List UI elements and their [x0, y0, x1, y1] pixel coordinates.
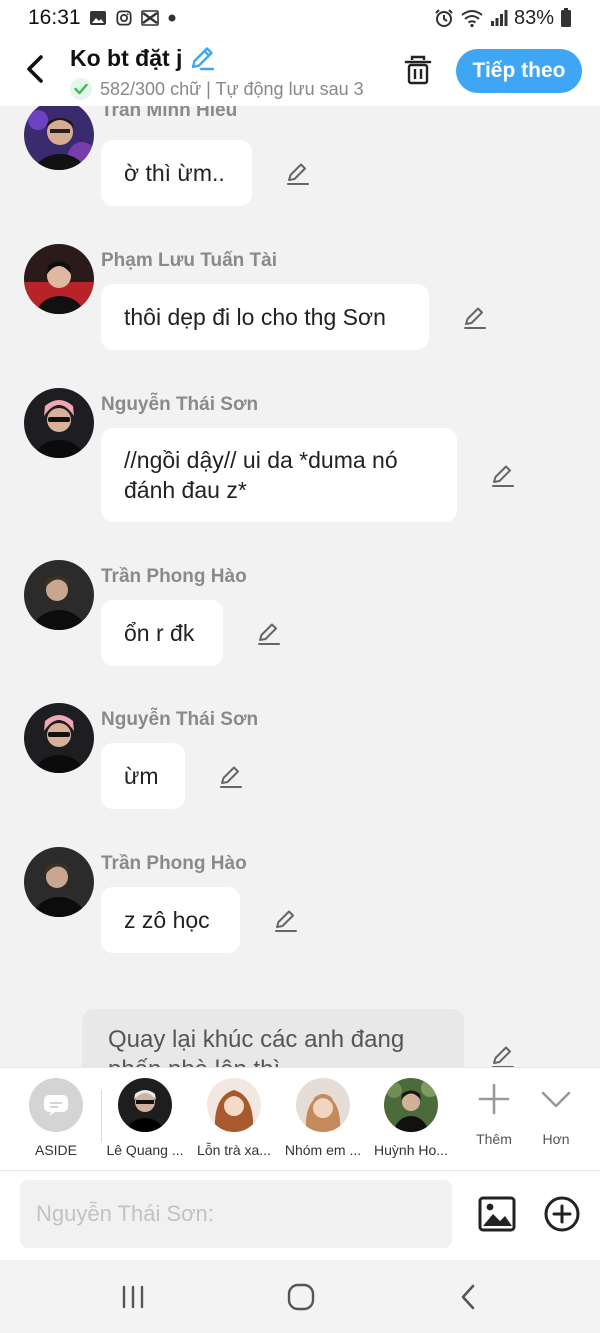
- add-character-button[interactable]: Thêm: [464, 1082, 524, 1147]
- header: Ko bt đặt j 582/300 chữ | Tự động lưu sa…: [0, 36, 600, 106]
- signal-icon: [490, 10, 508, 26]
- expand-label: Hơn: [542, 1131, 570, 1147]
- battery-percent: 83%: [513, 6, 554, 29]
- word-count-autosave: 582/300 chữ | Tự động lưu sau 3: [100, 78, 364, 99]
- dot-icon: [168, 14, 176, 22]
- message-bubble[interactable]: ổn r đk: [101, 600, 223, 666]
- character-bar: ASIDE Lê Quang ... Lỗn trà xa... Nhóm em…: [0, 1067, 600, 1170]
- character-item[interactable]: Lỗn trà xa...: [191, 1078, 277, 1158]
- avatar: [384, 1078, 438, 1132]
- character-label: Nhóm em ...: [284, 1142, 362, 1158]
- saved-check-icon: [70, 78, 92, 100]
- image-icon[interactable]: [478, 1195, 516, 1233]
- sender-name: Trần Phong Hào: [101, 566, 247, 587]
- sender-name: Phạm Lưu Tuấn Tài: [101, 250, 277, 271]
- avatar: [118, 1078, 172, 1132]
- chevron-left-icon: [27, 55, 43, 83]
- message-bubble[interactable]: ừm: [101, 743, 185, 809]
- recent-apps-icon[interactable]: [118, 1282, 148, 1312]
- message-bubble[interactable]: ờ thì ừm..: [101, 140, 252, 206]
- wifi-icon: [461, 10, 483, 28]
- next-button[interactable]: Tiếp theo: [456, 49, 582, 93]
- message-text: //ngồi dậy// ui da *duma nó đánh đau z*: [124, 447, 398, 503]
- page-title[interactable]: Ko bt đặt j: [70, 45, 182, 72]
- character-label: Lê Quang ...: [106, 1142, 184, 1158]
- aside-message-bubble[interactable]: Quay lại khúc các anh đang phấn nhà lên …: [82, 1009, 464, 1067]
- character-label: Lỗn trà xa...: [197, 1142, 271, 1158]
- expand-characters-button[interactable]: Hơn: [526, 1082, 586, 1147]
- home-icon[interactable]: [286, 1282, 316, 1312]
- aside-message-text: Quay lại khúc các anh đang phấn nhà lên …: [108, 1026, 405, 1067]
- input-bar: [0, 1170, 600, 1260]
- capcut-icon: [140, 10, 159, 26]
- message-bubble[interactable]: //ngồi dậy// ui da *duma nó đánh đau z*: [101, 428, 457, 522]
- edit-icon[interactable]: [273, 907, 299, 933]
- edit-title-icon[interactable]: [188, 44, 216, 72]
- avatar[interactable]: [24, 847, 94, 917]
- message-bubble[interactable]: z zô học: [101, 887, 240, 953]
- character-label: Huỳnh Ho...: [374, 1142, 448, 1158]
- avatar[interactable]: [24, 244, 94, 314]
- message-bubble[interactable]: thôi dẹp đi lo cho thg Sơn: [101, 284, 429, 350]
- battery-icon: [561, 8, 571, 27]
- sender-name: Trần Phong Hào: [101, 853, 247, 874]
- back-nav-icon[interactable]: [454, 1282, 484, 1312]
- sender-name: Nguyễn Thái Sơn: [101, 709, 259, 730]
- edit-icon[interactable]: [218, 763, 244, 789]
- avatar: [296, 1078, 350, 1132]
- edit-icon[interactable]: [490, 462, 516, 488]
- status-time: 16:31: [28, 6, 81, 29]
- plus-icon: [478, 1083, 510, 1115]
- instagram-icon: [116, 10, 132, 26]
- character-item[interactable]: Huỳnh Ho...: [368, 1078, 454, 1158]
- system-nav-bar: [0, 1260, 600, 1333]
- message-text: ừm: [124, 763, 159, 789]
- sender-name: Trần Minh Hiếu: [101, 106, 238, 121]
- aside-icon: [29, 1078, 83, 1132]
- message-text: ổn r đk: [124, 620, 195, 646]
- message-text: ờ thì ừm..: [124, 160, 225, 186]
- message-input[interactable]: [20, 1180, 452, 1248]
- chevron-down-icon: [541, 1091, 571, 1108]
- message-text: thôi dẹp đi lo cho thg Sơn: [124, 304, 386, 330]
- avatar: [207, 1078, 261, 1132]
- avatar[interactable]: [24, 703, 94, 773]
- edit-icon[interactable]: [285, 160, 311, 186]
- character-label: ASIDE: [34, 1142, 77, 1158]
- character-item[interactable]: Lê Quang ...: [102, 1078, 188, 1158]
- edit-icon[interactable]: [462, 304, 488, 330]
- avatar[interactable]: [24, 388, 94, 458]
- edit-icon[interactable]: [490, 1043, 516, 1067]
- status-bar: 16:31 83%: [0, 0, 600, 36]
- back-button[interactable]: [18, 52, 52, 86]
- image-icon: [89, 11, 106, 25]
- avatar[interactable]: [24, 106, 94, 170]
- message-text: z zô học: [124, 907, 210, 933]
- sender-name: Nguyễn Thái Sơn: [101, 394, 259, 415]
- trash-icon[interactable]: [402, 54, 434, 86]
- add-label: Thêm: [476, 1131, 512, 1147]
- character-aside[interactable]: ASIDE: [13, 1078, 99, 1158]
- avatar[interactable]: [24, 560, 94, 630]
- alarm-icon: [435, 9, 453, 27]
- add-circle-icon[interactable]: [543, 1195, 581, 1233]
- character-item[interactable]: Nhóm em ...: [280, 1078, 366, 1158]
- chat-area[interactable]: Trần Minh Hiếu ờ thì ừm.. Phạm Lưu Tuấn …: [0, 106, 600, 1067]
- edit-icon[interactable]: [256, 620, 282, 646]
